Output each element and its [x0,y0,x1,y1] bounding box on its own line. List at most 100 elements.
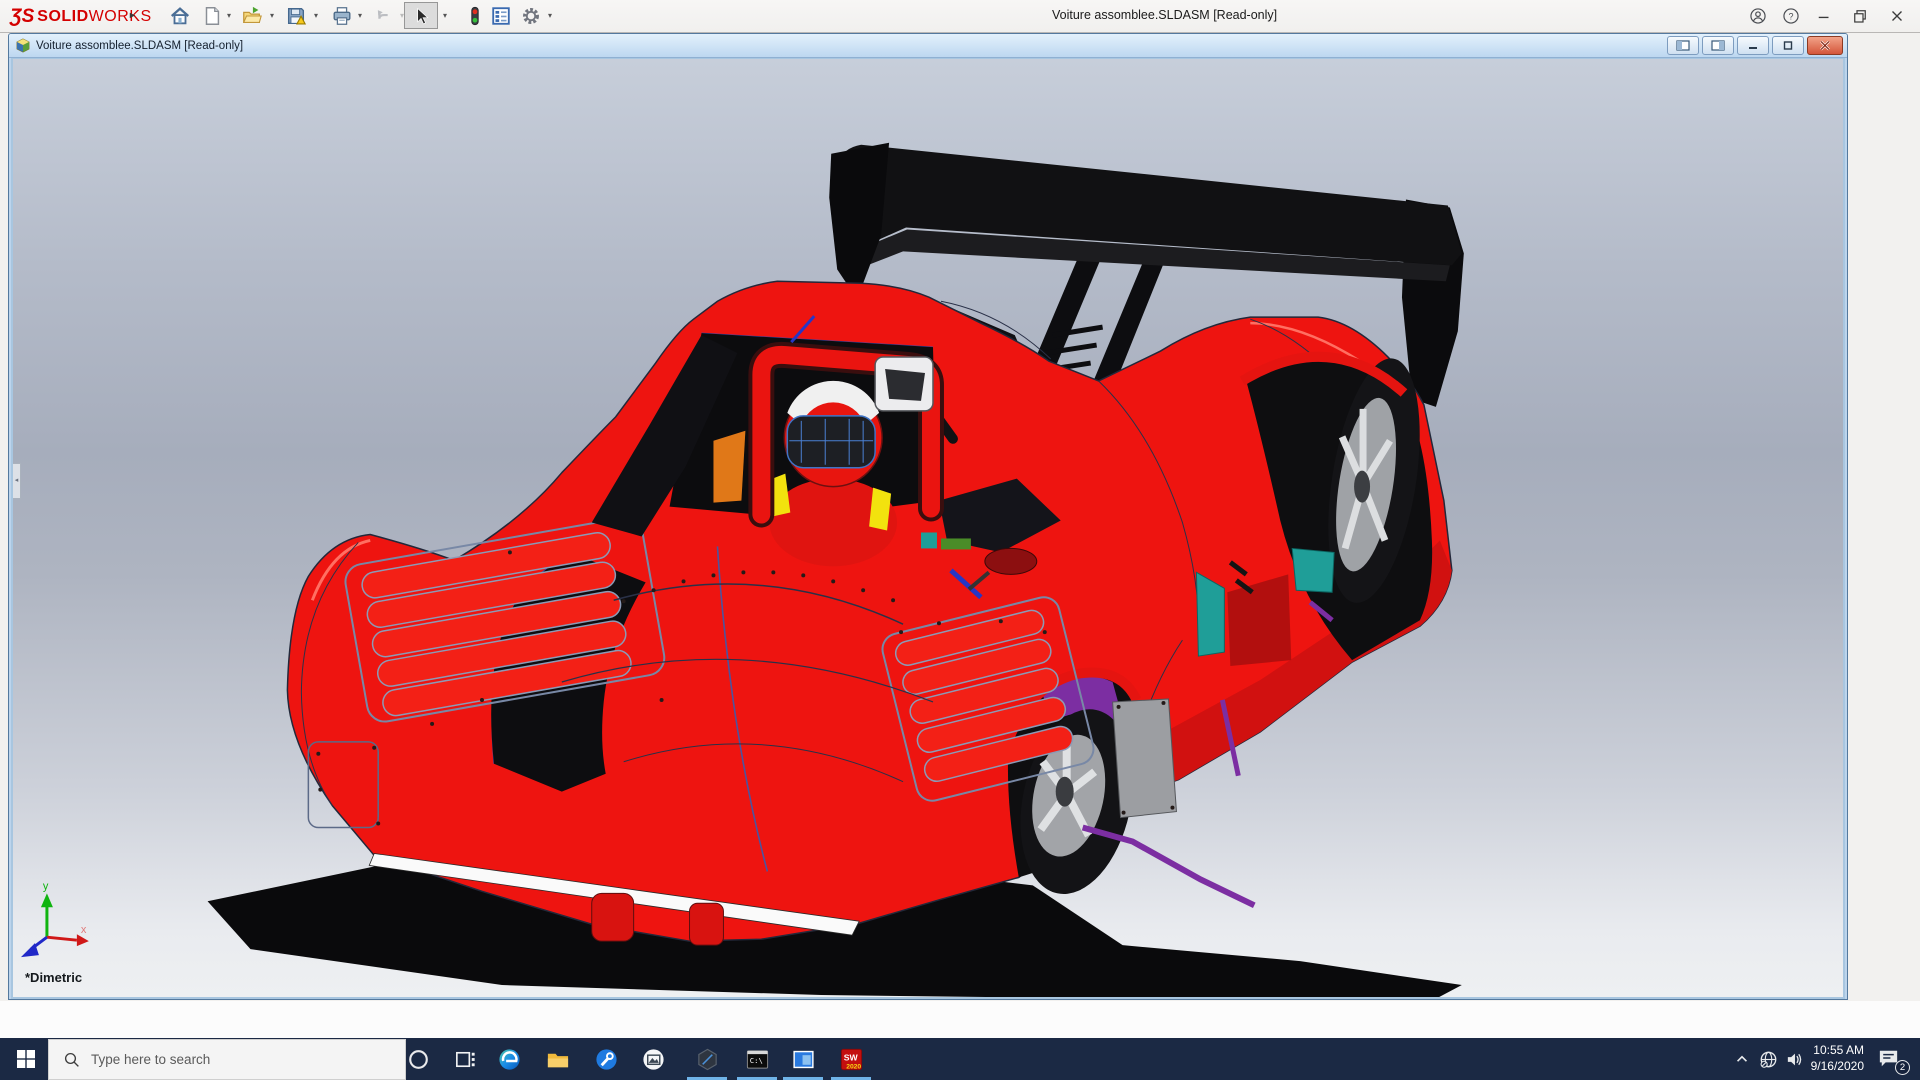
doc-pane-right-button[interactable] [1702,36,1734,55]
hexagon-app-icon [695,1047,720,1072]
app-titlebar: ƷS SOLIDWORKS ► ▾ ▾ [0,0,1920,33]
save-readonly-icon [285,5,307,27]
app-close-button[interactable] [1884,4,1910,28]
restore-icon [1851,7,1869,25]
tray-notifications[interactable]: 2 [1876,1046,1906,1072]
svg-text:y: y [43,880,49,892]
print-dropdown[interactable]: ▾ [358,12,366,20]
save-button[interactable] [284,4,308,28]
open-folder-icon [241,5,263,27]
doc-minimize-button[interactable] [1737,36,1769,55]
breadcrumb-arrow-icon[interactable]: ► [128,10,137,20]
options-button[interactable] [519,4,543,28]
taskbar-item-solidworks[interactable]: SW 2020 [838,1046,864,1072]
globe-network-icon [1759,1050,1778,1069]
app-title: Voiture assomblee.SLDASM [Read-only] [1052,8,1277,22]
document-window: Voiture assomblee.SLDASM [Read-only] [8,33,1848,1000]
select-cursor-icon [411,6,431,26]
doc-restore-button[interactable] [1772,36,1804,55]
svg-text:?: ? [1788,11,1793,21]
search-icon [63,1051,81,1069]
status-strip [0,1001,1920,1038]
open-button[interactable] [240,4,264,28]
assembly-icon [14,37,32,55]
taskbar-item-cortana[interactable] [405,1046,431,1072]
helmet-visor [787,416,875,468]
taskbar-search[interactable] [48,1039,406,1080]
taskbar-item-settings-wrench[interactable] [593,1046,619,1072]
home-icon [169,5,191,27]
taskbar-item-command-prompt[interactable]: C:\ [744,1046,770,1072]
document-title: Voiture assomblee.SLDASM [Read-only] [36,40,243,52]
app-restore-button[interactable] [1847,4,1873,28]
svg-text:2020: 2020 [846,1063,861,1070]
solidworks-2020-icon: SW 2020 [839,1047,864,1072]
close-icon [1888,7,1906,25]
svg-text:x: x [81,924,87,936]
print-icon [331,5,353,27]
account-icon [1749,7,1767,25]
pane-left-icon [1676,40,1690,51]
traffic-light-button[interactable] [463,4,487,28]
svg-text:C:\: C:\ [749,1055,762,1064]
photos-icon [641,1047,666,1072]
home-button[interactable] [168,4,192,28]
tray-volume[interactable] [1784,1049,1804,1069]
graphics-viewport[interactable]: y x *Dimetric ◂ [11,58,1845,999]
taskbar-item-file-explorer[interactable] [544,1046,570,1072]
new-document-button[interactable] [200,4,224,28]
chevron-up-icon [1734,1051,1750,1067]
tray-network[interactable] [1758,1049,1778,1069]
taskbar-item-edge[interactable] [496,1046,522,1072]
orientation-triad: y x [21,880,89,957]
viewport-3d-scene[interactable]: y x [13,59,1843,997]
save-dropdown[interactable]: ▾ [314,12,322,20]
taskbar-item-hexagon-app[interactable] [694,1046,720,1072]
side-mirror [985,548,1037,574]
start-button[interactable] [6,1038,46,1080]
account-button[interactable] [1745,4,1771,28]
tray-time: 10:55 AM [1802,1042,1864,1058]
pane-right-icon [1711,40,1725,51]
panel-collapse-tab[interactable]: ◂ [13,463,21,499]
design-report-button[interactable] [489,4,513,28]
select-tool-button[interactable] [404,2,438,29]
options-dropdown[interactable]: ▾ [548,12,556,20]
app-minimize-button[interactable] [1811,4,1837,28]
doc-restore-icon [1781,40,1795,51]
view-orientation-label: *Dimetric [25,970,82,985]
tray-clock[interactable]: 10:55 AM 9/16/2020 [1802,1042,1864,1074]
taskbar-item-media-app[interactable] [790,1046,816,1072]
undo-button[interactable] [372,4,396,28]
document-titlebar[interactable]: Voiture assomblee.SLDASM [Read-only] [9,34,1847,58]
undo-icon [373,5,395,27]
doc-pane-left-button[interactable] [1667,36,1699,55]
front-post [690,903,724,945]
cortana-icon [406,1047,431,1072]
select-dropdown[interactable]: ▾ [443,12,451,20]
new-document-dropdown[interactable]: ▾ [227,12,235,20]
front-post [592,893,634,941]
search-input[interactable] [91,1052,371,1067]
print-button[interactable] [330,4,354,28]
open-dropdown[interactable]: ▾ [270,12,278,20]
doc-close-icon [1818,40,1832,51]
tray-chevron-up[interactable] [1732,1049,1752,1069]
speaker-icon [1785,1050,1804,1069]
gear-icon [520,5,542,27]
taskbar-item-task-view[interactable] [452,1046,478,1072]
doc-minimize-icon [1746,40,1760,51]
traffic-light-icon [464,5,486,27]
help-icon: ? [1782,7,1800,25]
taskbar: C:\ SW 2020 [0,1038,1920,1080]
taskbar-item-photos[interactable] [640,1046,666,1072]
file-explorer-icon [545,1047,570,1072]
task-view-icon [453,1047,478,1072]
notification-badge: 2 [1895,1060,1910,1075]
new-document-icon [201,5,223,27]
doc-close-button[interactable] [1807,36,1843,55]
help-button[interactable]: ? [1778,4,1804,28]
solidworks-logo-mark-icon: ƷS [10,6,34,28]
tray-date: 9/16/2020 [1802,1058,1864,1074]
wrench-circle-icon [594,1047,619,1072]
